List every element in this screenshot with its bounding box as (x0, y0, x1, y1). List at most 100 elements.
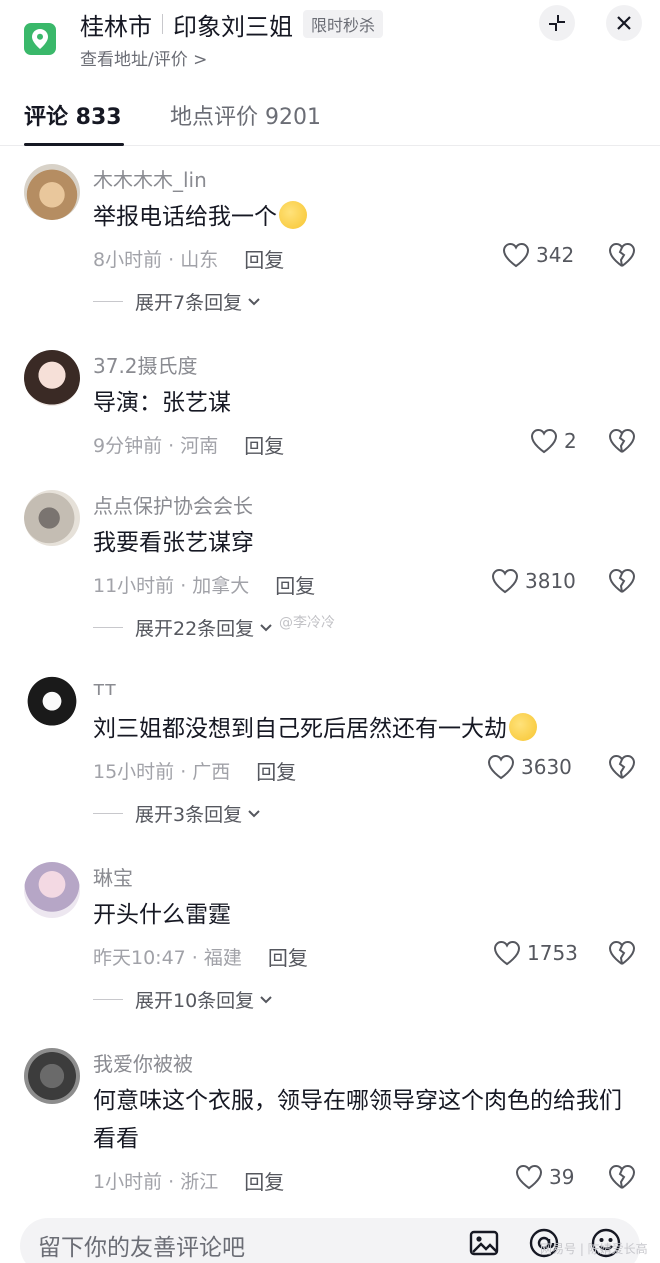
collapse-icon (549, 15, 565, 31)
time-location: 8小时前 · 山东 (93, 249, 219, 271)
username[interactable]: 琳宝 (93, 862, 133, 891)
expand-replies-label: 展开10条回复 (135, 990, 255, 1012)
expand-replies[interactable]: 展开22条回复 (93, 614, 274, 641)
like-button[interactable]: 342 (502, 242, 574, 268)
chevron-down-icon (248, 297, 260, 305)
chevron-down-icon (260, 623, 272, 631)
dislike-button[interactable] (608, 568, 636, 598)
chevron-down-icon (248, 809, 260, 817)
tab-place-reviews[interactable]: 地点评价 9201 (170, 100, 321, 136)
expand-replies[interactable]: 展开10条回复 (93, 986, 274, 1013)
username[interactable]: ᴛᴛ (93, 676, 116, 700)
broken-heart-icon (608, 242, 636, 267)
reply-button[interactable]: 回复 (275, 570, 315, 599)
reply-button[interactable]: 回复 (244, 1166, 284, 1195)
expand-line (93, 627, 123, 628)
corner-watermark: 网易号 | 陈婧爱长高 (540, 1242, 648, 1256)
expand-replies-label: 展开22条回复 (135, 618, 255, 640)
tab-bar: 评论 833 地点评价 9201 (0, 92, 660, 146)
comment-input-placeholder[interactable]: 留下你的友善评论吧 (38, 1228, 245, 1262)
like-button[interactable]: 2 (530, 428, 577, 454)
heart-icon (515, 1164, 543, 1190)
location-pin-icon (24, 23, 56, 55)
avatar[interactable] (24, 164, 80, 220)
expand-line (93, 813, 123, 814)
like-count: 39 (549, 1165, 575, 1189)
like-count: 3810 (525, 569, 576, 593)
dislike-button[interactable] (608, 940, 636, 970)
avatar[interactable] (24, 1048, 80, 1104)
broken-heart-icon (608, 1164, 636, 1189)
avatar[interactable] (24, 490, 80, 546)
like-count: 342 (536, 243, 575, 267)
comment-meta: 1小时前 · 浙江 回复 (93, 1166, 284, 1195)
comment-text: 刘三姐都没想到自己死后居然还有一大劫 (93, 710, 638, 748)
weibo-watermark: @李冷冷 (279, 615, 335, 631)
comment-meta: 昨天10:47 · 福建 回复 (93, 942, 308, 971)
image-icon[interactable] (468, 1227, 500, 1259)
time-location: 15小时前 · 广西 (93, 761, 231, 783)
comment-meta: 11小时前 · 加拿大 回复 (93, 570, 315, 599)
heart-icon (487, 754, 515, 780)
active-tab-indicator (24, 143, 124, 146)
expand-replies[interactable]: 展开3条回复 (93, 800, 262, 827)
place-name: 印象刘三姐 (173, 12, 293, 41)
expand-replies-label: 展开7条回复 (135, 292, 243, 314)
heart-icon (502, 242, 530, 268)
comment-text: 导演：张艺谋 (93, 390, 231, 416)
pleading-emoji-icon (509, 713, 537, 741)
username[interactable]: 37.2摄氏度 (93, 350, 198, 379)
avatar[interactable] (24, 862, 80, 918)
avatar[interactable] (24, 350, 80, 406)
comment-text: 我要看张艺谋穿 (93, 530, 254, 556)
time-location: 9分钟前 · 河南 (93, 435, 219, 457)
broken-heart-icon (608, 754, 636, 779)
time-location: 昨天10:47 · 福建 (93, 947, 242, 969)
reply-button[interactable]: 回复 (268, 942, 308, 971)
broken-heart-icon (608, 568, 636, 593)
dislike-button[interactable] (608, 428, 636, 458)
dislike-button[interactable] (608, 754, 636, 784)
comment-text: 开头什么雷霆 (93, 902, 231, 928)
place-header: 桂林市 印象刘三姐 限时秒杀 查看地址/评价 > (0, 0, 660, 92)
like-button[interactable]: 39 (515, 1164, 574, 1190)
broken-heart-icon (608, 940, 636, 965)
title-row[interactable]: 桂林市 印象刘三姐 限时秒杀 (80, 6, 384, 42)
expand-line (93, 999, 123, 1000)
username[interactable]: 木木木木_lin (93, 164, 207, 193)
comment-meta: 8小时前 · 山东 回复 (93, 244, 284, 273)
tab-comments[interactable]: 评论 833 (24, 100, 122, 136)
time-location: 1小时前 · 浙江 (93, 1171, 219, 1193)
comment-text: 何意味这个衣服，领导在哪领导穿这个肉色的给我们看看 (93, 1088, 622, 1152)
heart-icon (530, 428, 558, 454)
dislike-button[interactable] (608, 1164, 636, 1194)
dislike-button[interactable] (608, 242, 636, 272)
like-count: 2 (564, 429, 577, 453)
heart-icon (491, 568, 519, 594)
close-icon (617, 16, 631, 30)
username[interactable]: 我爱你被被 (93, 1048, 193, 1077)
smile-emoji-icon (279, 201, 307, 229)
expand-replies[interactable]: 展开7条回复 (93, 288, 262, 315)
expand-line (93, 301, 123, 302)
like-count: 3630 (521, 755, 572, 779)
like-button[interactable]: 1753 (493, 940, 578, 966)
like-count: 1753 (527, 941, 578, 965)
view-address-link[interactable]: 查看地址/评价 > (80, 45, 207, 70)
comment-meta: 15小时前 · 广西 回复 (93, 756, 296, 785)
like-button[interactable]: 3810 (491, 568, 576, 594)
reply-button[interactable]: 回复 (244, 244, 284, 273)
close-button[interactable] (606, 5, 642, 41)
city-name: 桂林市 (80, 12, 152, 41)
username[interactable]: 点点保护协会会长 (93, 490, 253, 519)
chevron-down-icon (260, 995, 272, 1003)
reply-button[interactable]: 回复 (244, 430, 284, 459)
comment-meta: 9分钟前 · 河南 回复 (93, 430, 284, 459)
reply-button[interactable]: 回复 (256, 756, 296, 785)
avatar[interactable] (24, 676, 80, 732)
like-button[interactable]: 3630 (487, 754, 572, 780)
flash-sale-badge: 限时秒杀 (303, 10, 384, 38)
collapse-button[interactable] (539, 5, 575, 41)
heart-icon (493, 940, 521, 966)
expand-replies-label: 展开3条回复 (135, 804, 243, 826)
